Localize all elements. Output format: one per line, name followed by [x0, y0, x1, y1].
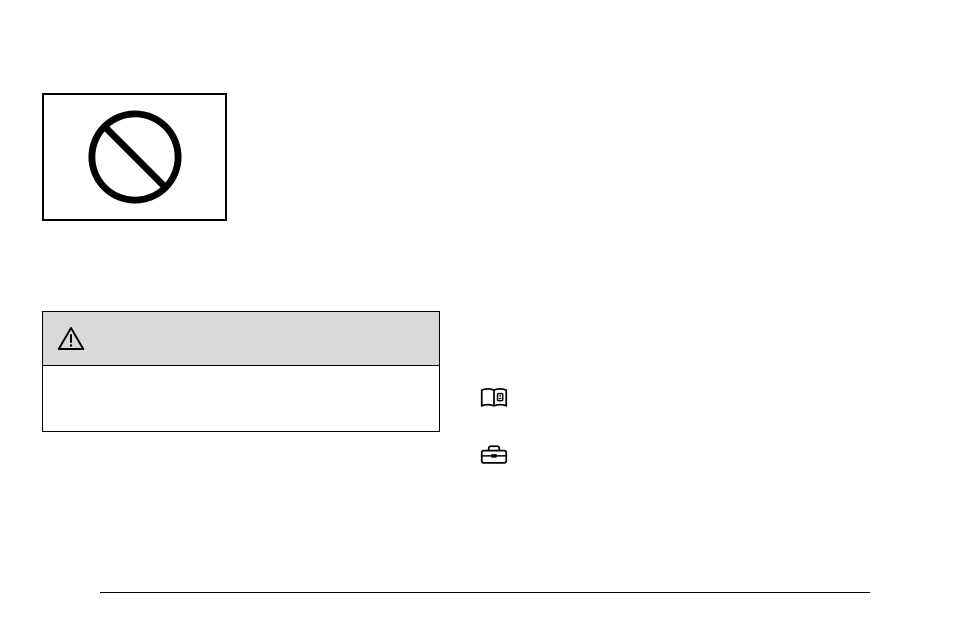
- warning-triangle-icon: [57, 326, 85, 351]
- caution-header: [43, 312, 439, 366]
- prohibition-icon: [86, 108, 184, 206]
- footer-rule: [100, 592, 870, 593]
- caution-box: [42, 311, 440, 432]
- document-page: [0, 0, 954, 636]
- toolbox-icon: [480, 445, 508, 465]
- manual-book-icon: [480, 387, 508, 409]
- caution-body: [43, 366, 439, 431]
- prohibition-symbol-box: [42, 93, 227, 221]
